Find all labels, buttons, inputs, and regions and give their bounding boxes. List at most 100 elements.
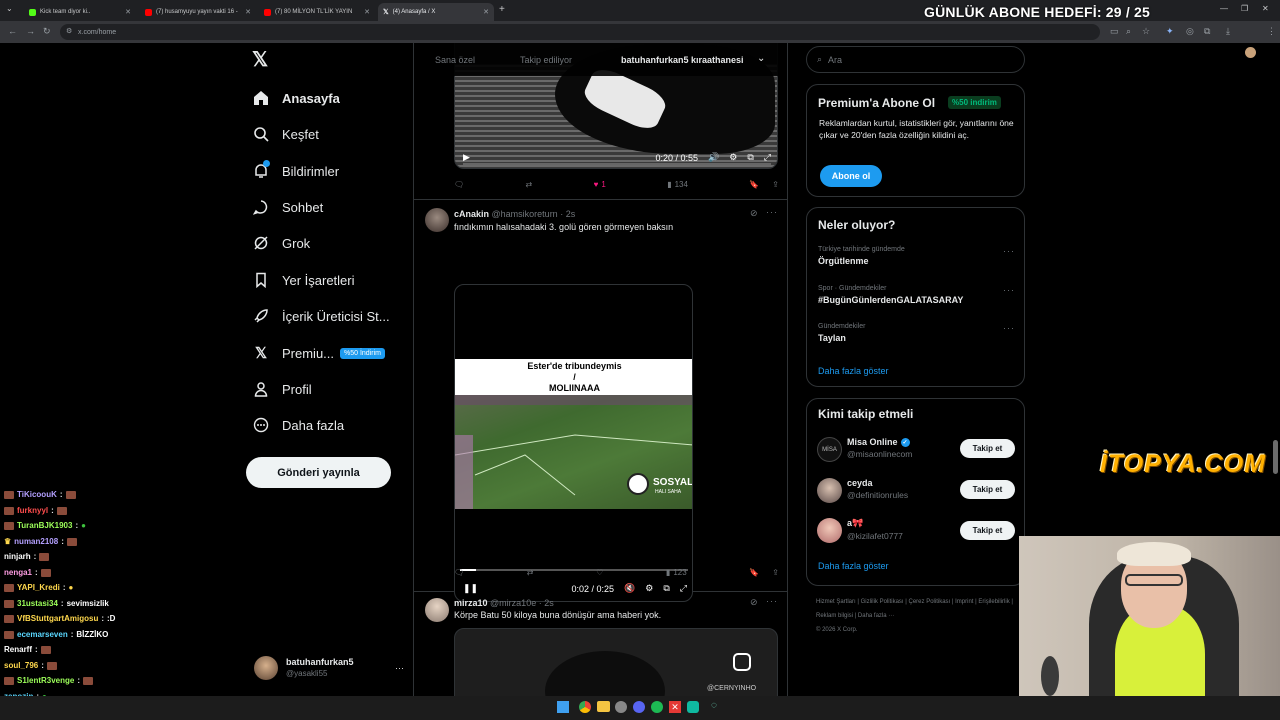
trend-item[interactable]: Spor · Gündemdekiler #BugünGünlerdenGALA… [818,285,963,305]
profile-avatar[interactable] [1245,47,1256,58]
share-icon[interactable]: ⇪ [772,568,779,577]
show-more-link[interactable]: Daha fazla göster [818,366,889,376]
share-icon[interactable]: ⇪ [772,180,779,189]
browser-tab-x[interactable]: 𝕏 (4) Anasayfa / X ✕ [378,3,494,21]
avatar[interactable] [425,208,449,232]
new-tab-button[interactable]: + [499,4,505,15]
nav-item-home[interactable]: Anasayfa [252,86,340,110]
views-button[interactable]: ▮ 134 [667,180,688,189]
close-tab-icon[interactable]: ✕ [483,8,489,16]
tweet-mirza10[interactable]: mirza10 @mirza10e · 2s ⊘ ··· Körpe Batu … [414,592,787,696]
site-info-icon[interactable]: ⚙ [66,27,72,35]
download-icon[interactable]: ⤓ [1226,26,1230,37]
close-window-icon[interactable]: ✕ [1262,4,1269,13]
trend-item[interactable]: Gündemdekiler Taylan [818,323,865,343]
obs-icon[interactable]: ◌ [711,700,717,711]
extension-icon[interactable]: ✦ [1166,26,1174,37]
extension-icon-2[interactable]: ◎ [1186,26,1194,37]
tab-following[interactable]: Takip ediliyor [520,55,572,65]
follow-button[interactable]: Takip et [960,439,1015,458]
tab-search-icon[interactable]: ⌄ [6,4,13,13]
back-icon[interactable]: ← [8,26,17,36]
chevron-down-icon[interactable]: ⌄ [757,53,765,64]
follow-button[interactable]: Takip et [960,521,1015,540]
more-options-icon[interactable]: ··· [1003,285,1015,295]
footer-link[interactable]: Imprint [955,599,973,605]
zoom-icon[interactable]: ⌕ [1126,26,1131,37]
file-explorer-icon[interactable] [597,701,610,712]
fullscreen-icon[interactable]: ⤢ [764,152,771,163]
like-button[interactable]: ♥ 1 [594,180,606,189]
tweet-canakin[interactable]: cAnakin @hamsikoreturn · 2s ⊘ ··· fındık… [414,200,787,602]
footer-link[interactable]: Erişilebilirlik [978,599,1009,605]
footer-link[interactable]: Daha fazla ··· [858,613,894,619]
tweet-age[interactable]: · 2s [539,598,554,608]
nav-item-notifications[interactable]: Bildirimler [252,159,339,183]
chrome-icon[interactable] [579,701,591,713]
suggestion-info[interactable]: Misa Online ✓ @misaonlinecom [847,437,912,459]
menu-icon[interactable]: ⋮ [1267,26,1276,37]
footer-link[interactable]: Gizlilik Politikası [861,599,904,605]
author-name[interactable]: cAnakin [454,209,489,219]
discord-icon[interactable] [633,701,645,713]
cast-icon[interactable]: ▭ [1110,26,1119,37]
subscribe-button[interactable]: Abone ol [820,165,882,187]
app-x-icon[interactable]: ✕ [669,701,681,713]
more-options-icon[interactable]: ··· [1003,323,1015,333]
author-handle[interactable]: @mirza10e [490,598,536,608]
pip-icon[interactable]: ⧉ [747,152,753,163]
url-field[interactable]: ⚙ x.com/home [60,24,1100,40]
video-progress[interactable] [463,163,771,165]
retweet-icon[interactable]: ⇄ [527,568,534,577]
avatar[interactable] [425,598,449,622]
volume-icon[interactable]: 🔊 [708,152,719,163]
tweet-video[interactable]: Ester'de tribundeymis / MOLIINAAA SOSYAL… [454,284,693,602]
search-input[interactable]: ⌕ Ara [806,46,1025,73]
grok-icon[interactable]: ⊘ [750,208,758,219]
grok-icon[interactable]: ⊘ [750,597,758,608]
nav-item-grok[interactable]: Grok [252,231,310,255]
tweet-age[interactable]: · 2s [560,209,575,219]
bookmark-star-icon[interactable]: ☆ [1142,26,1150,37]
footer-link[interactable]: Çerez Politikası [909,599,951,605]
restore-icon[interactable]: ❐ [1241,4,1248,13]
suggestion-info[interactable]: a🎀 @kizilafet0777 [847,518,903,541]
windows-start-icon[interactable] [557,701,569,713]
trend-item[interactable]: Türkiye tarihinde gündemde Örgütlenme [818,246,905,266]
extensions-puzzle-icon[interactable]: ⧉ [1204,26,1210,37]
account-switcher[interactable]: batuhanfurkan5 @yasakli55 ··· [254,655,404,681]
nav-item-explore[interactable]: Keşfet [252,122,319,146]
avatar[interactable] [817,478,842,503]
nav-item-more[interactable]: Daha fazla [252,413,344,437]
close-tab-icon[interactable]: ✕ [125,8,131,16]
tab-for-you[interactable]: Sana özel [435,55,475,65]
browser-tab-youtube-2[interactable]: (7) 80 MİLYON TL'LİK YAYIN ✕ [259,3,375,21]
spotify-icon[interactable] [651,701,663,713]
bookmark-icon[interactable]: 🔖 [749,180,759,189]
scrollbar[interactable] [1273,440,1278,474]
more-options-icon[interactable]: ··· [395,663,404,673]
follow-button[interactable]: Takip et [960,480,1015,499]
more-options-icon[interactable]: ··· [766,596,778,606]
nav-item-bookmarks[interactable]: Yer İşaretleri [252,268,355,292]
bookmark-icon[interactable]: 🔖 [749,568,759,577]
tab-community[interactable]: batuhanfurkan5 kıraathanesi [621,55,744,65]
close-tab-icon[interactable]: ✕ [364,8,370,16]
more-options-icon[interactable]: ··· [1003,246,1015,256]
app-icon[interactable] [615,701,627,713]
reply-icon[interactable]: 🗨 [454,568,464,577]
minimize-icon[interactable]: — [1220,4,1228,13]
settings-icon[interactable]: ⚙ [729,152,737,163]
suggestion-info[interactable]: ceyda @definitionrules [847,478,908,500]
app-icon-2[interactable] [687,701,699,713]
footer-link[interactable]: Hizmet Şartları [816,599,856,605]
reply-icon[interactable]: 🗨 [454,180,464,189]
browser-tab-kick[interactable]: Kick team diyor ki.. ✕ [24,3,136,21]
nav-item-creator-studio[interactable]: İçerik Üreticisi St... [252,304,390,328]
x-logo-icon[interactable]: 𝕏 [252,50,272,70]
avatar[interactable]: MİSA [817,437,842,462]
more-options-icon[interactable]: ··· [766,207,778,217]
nav-item-chat[interactable]: Sohbet [252,195,323,219]
author-name[interactable]: mirza10 [454,598,488,608]
nav-item-profile[interactable]: Profil [252,377,312,401]
